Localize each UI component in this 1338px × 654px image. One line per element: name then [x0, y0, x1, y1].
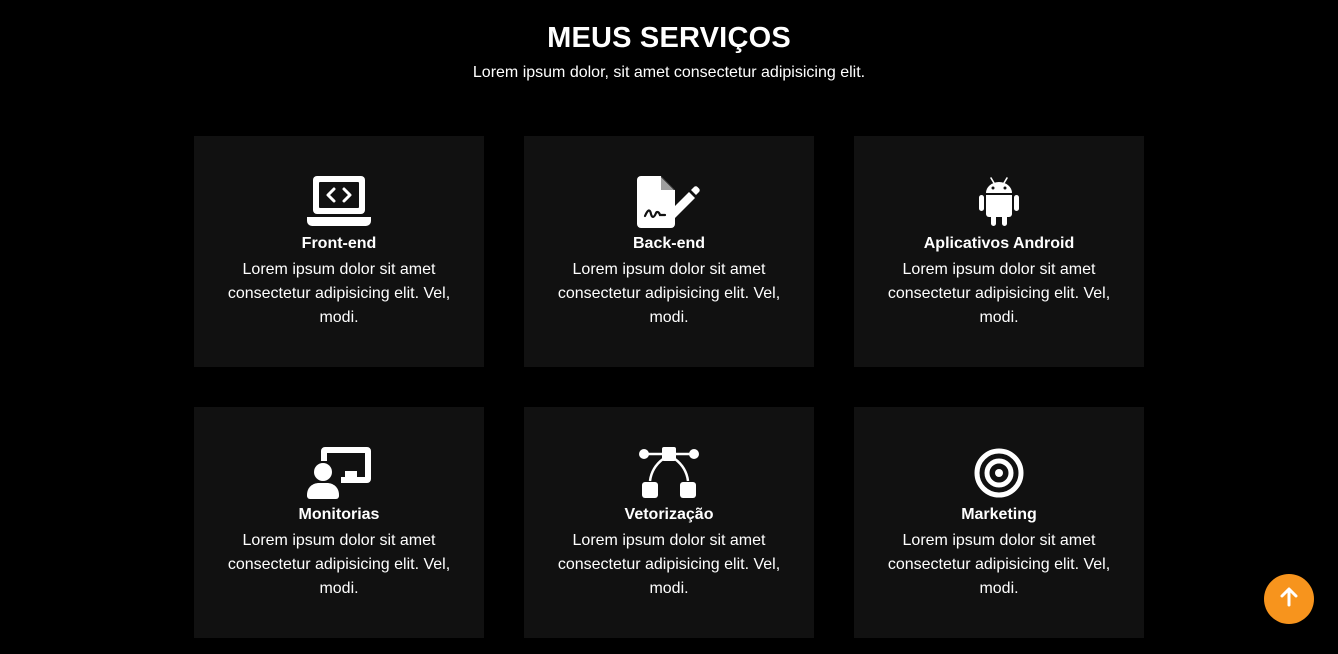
- chalkboard-user-icon: [307, 447, 371, 499]
- section-title: MEUS SERVIÇOS: [547, 22, 791, 54]
- service-card-monitorias: Monitorias Lorem ipsum dolor sit amet co…: [194, 407, 484, 638]
- service-description: Lorem ipsum dolor sit amet consectetur a…: [557, 532, 781, 597]
- arrow-up-icon: [1278, 586, 1300, 613]
- service-card-back-end: Back-end Lorem ipsum dolor sit amet cons…: [524, 136, 814, 367]
- bezier-curve-icon: [637, 447, 701, 499]
- file-signature-icon: [637, 176, 701, 228]
- section-subtitle: Lorem ipsum dolor, sit amet consectetur …: [472, 64, 866, 81]
- service-title: Vetorização: [624, 506, 714, 523]
- services-grid: Front-end Lorem ipsum dolor sit amet con…: [194, 136, 1144, 638]
- service-card-front-end: Front-end Lorem ipsum dolor sit amet con…: [194, 136, 484, 367]
- android-icon: [967, 176, 1031, 228]
- service-title: Back-end: [632, 235, 706, 252]
- service-title: Front-end: [301, 235, 377, 252]
- service-title: Aplicativos Android: [923, 235, 1075, 252]
- service-description: Lorem ipsum dolor sit amet consectetur a…: [227, 261, 451, 326]
- service-description: Lorem ipsum dolor sit amet consectetur a…: [887, 532, 1111, 597]
- service-description: Lorem ipsum dolor sit amet consectetur a…: [227, 532, 451, 597]
- laptop-code-icon: [307, 176, 371, 228]
- bullseye-icon: [967, 447, 1031, 499]
- services-section: MEUS SERVIÇOS Lorem ipsum dolor, sit ame…: [0, 0, 1338, 654]
- service-card-marketing: Marketing Lorem ipsum dolor sit amet con…: [854, 407, 1144, 638]
- service-title: Marketing: [961, 506, 1037, 523]
- scroll-to-top-button[interactable]: [1264, 574, 1314, 624]
- service-description: Lorem ipsum dolor sit amet consectetur a…: [887, 261, 1111, 326]
- service-description: Lorem ipsum dolor sit amet consectetur a…: [557, 261, 781, 326]
- service-card-vetorizacao: Vetorização Lorem ipsum dolor sit amet c…: [524, 407, 814, 638]
- service-title: Monitorias: [298, 506, 380, 523]
- service-card-android: Aplicativos Android Lorem ipsum dolor si…: [854, 136, 1144, 367]
